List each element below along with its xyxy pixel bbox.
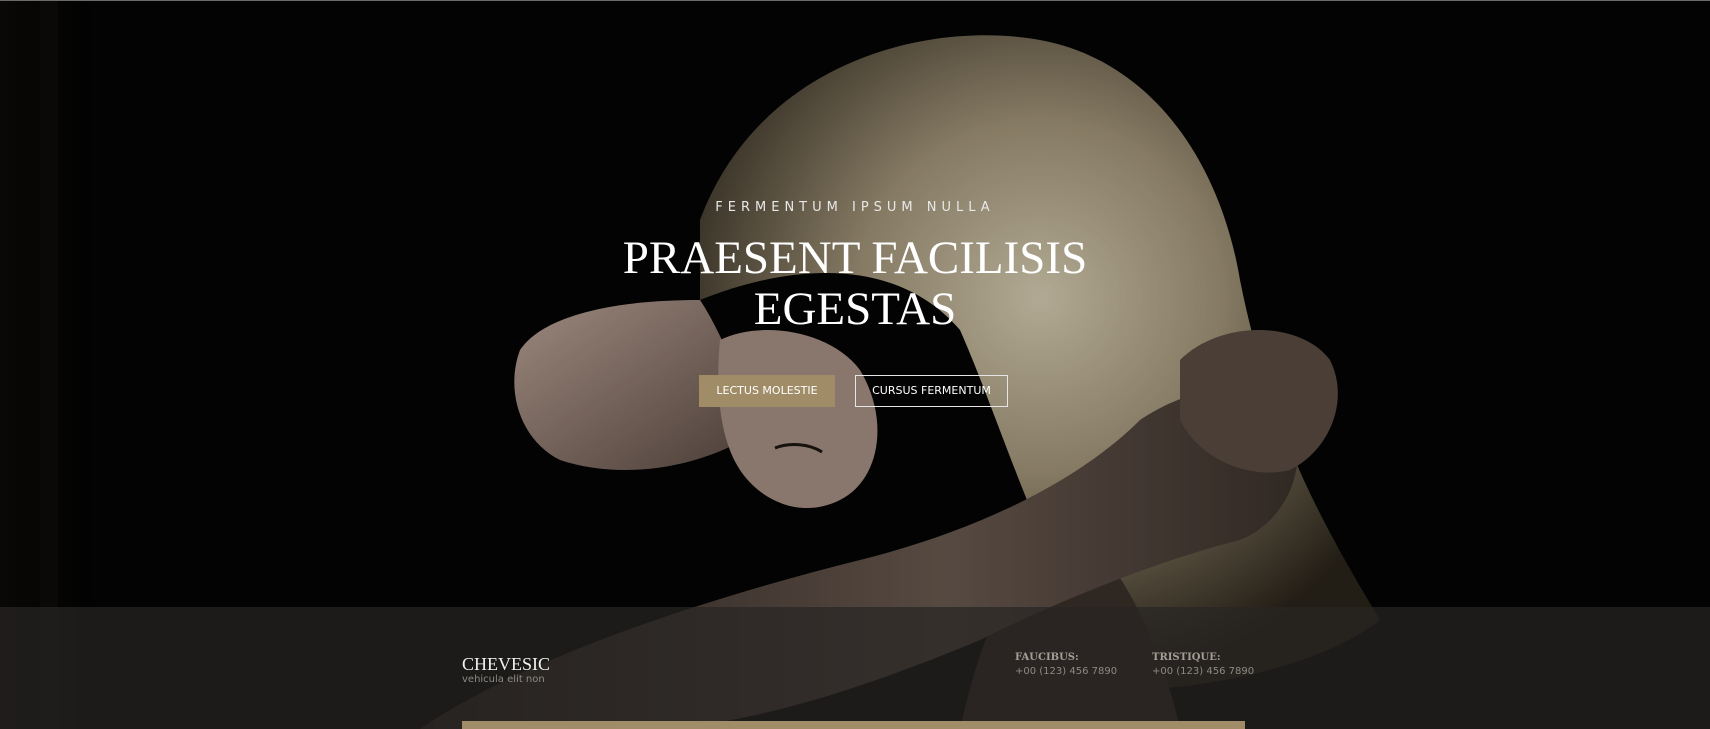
info-band: [0, 607, 1710, 729]
brand-name: CHEVESIC: [462, 654, 551, 674]
hero-title: PRAESENT FACILISIS EGESTAS: [555, 233, 1155, 335]
contact-phone[interactable]: +00 (123) 456 7890: [1152, 665, 1254, 678]
hero-kicker: FERMENTUM IPSUM NULLA: [715, 200, 995, 215]
landing-page: FERMENTUM IPSUM NULLA PRAESENT FACILISIS…: [0, 0, 1710, 729]
hero-title-line-2: EGESTAS: [753, 283, 957, 335]
brand-tagline: vehicula elit non: [462, 674, 545, 685]
hero-title-line-1: PRAESENT FACILISIS: [622, 232, 1088, 284]
navigation-bar[interactable]: [462, 721, 1245, 729]
lectus-molestie-button[interactable]: LECTUS MOLESTIE: [699, 375, 835, 407]
contact-tristique: TRISTIQUE: +00 (123) 456 7890: [1152, 651, 1254, 678]
contact-phone[interactable]: +00 (123) 456 7890: [1015, 665, 1117, 678]
contact-label: FAUCIBUS:: [1015, 652, 1079, 663]
top-rule: [0, 0, 1710, 1]
contact-label: TRISTIQUE:: [1152, 652, 1221, 663]
cursus-fermentum-button[interactable]: CURSUS FERMENTUM: [855, 375, 1008, 407]
brand-logo[interactable]: CHEVESIC vehicula elit non: [462, 654, 550, 686]
contact-faucibus: FAUCIBUS: +00 (123) 456 7890: [1015, 651, 1117, 678]
